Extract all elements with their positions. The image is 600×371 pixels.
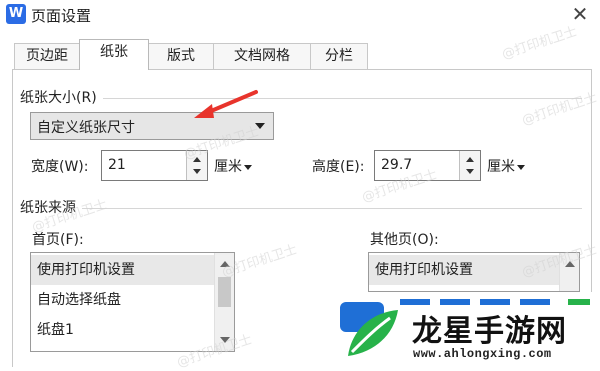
spin-down-icon[interactable] — [193, 169, 201, 174]
scroll-thumb[interactable] — [218, 277, 231, 307]
width-spinner[interactable] — [186, 151, 207, 180]
height-value: 29.7 — [381, 157, 413, 173]
paper-size-divider — [20, 98, 582, 99]
list-item[interactable]: 使用打印机设置 — [369, 255, 561, 285]
tab-document-grid[interactable]: 文档网格 — [213, 43, 311, 69]
height-unit-label: 厘米 — [487, 159, 515, 175]
spin-up-icon[interactable] — [193, 157, 201, 162]
leaf-logo-icon — [340, 302, 398, 356]
brand-url: www.ahlongxing.com — [413, 347, 552, 361]
first-page-label: 首页(F): — [32, 232, 84, 248]
other-pages-label: 其他页(O): — [370, 232, 439, 248]
paper-source-divider — [20, 208, 582, 209]
paper-size-group-label: 纸张大小(R) — [20, 87, 103, 107]
wps-writer-icon: W — [6, 4, 26, 24]
dialog-title: 页面设置 — [31, 7, 92, 25]
paper-size-selected-value: 自定义纸张尺寸 — [37, 120, 135, 136]
other-pages-listbox[interactable]: 使用打印机设置 — [368, 252, 580, 292]
scroll-up-icon[interactable] — [220, 261, 230, 267]
tab-paper[interactable]: 纸张 — [79, 39, 149, 70]
spin-down-icon[interactable] — [466, 169, 474, 174]
list-item[interactable]: 使用打印机设置 — [31, 255, 217, 285]
width-value: 21 — [108, 157, 126, 173]
chevron-down-icon — [244, 164, 252, 170]
tab-margins[interactable]: 页边距 — [14, 43, 80, 69]
scroll-down-icon[interactable] — [220, 337, 230, 343]
first-page-listbox[interactable]: 使用打印机设置 自动选择纸盘 纸盘1 — [30, 252, 235, 352]
width-label: 宽度(W): — [31, 159, 89, 175]
width-unit-label: 厘米 — [214, 159, 242, 175]
close-icon[interactable]: ✕ — [566, 2, 594, 28]
height-label: 高度(E): — [312, 159, 365, 175]
paper-source-group-label: 纸张来源 — [20, 197, 82, 217]
height-unit-dropdown[interactable]: 厘米 — [487, 156, 525, 176]
list-item[interactable]: 自动选择纸盘 — [31, 285, 217, 315]
brand-stripes — [400, 299, 590, 305]
height-spinner[interactable] — [459, 151, 480, 180]
tab-columns[interactable]: 分栏 — [310, 43, 368, 69]
list-item[interactable]: 纸盘1 — [31, 315, 217, 345]
width-input[interactable]: 21 — [101, 150, 208, 181]
chevron-down-icon — [517, 164, 525, 170]
width-unit-dropdown[interactable]: 厘米 — [214, 156, 252, 176]
vertical-scrollbar[interactable] — [559, 253, 579, 291]
scroll-up-icon[interactable] — [565, 261, 575, 267]
brand-name: 龙星手游网 — [412, 314, 567, 349]
title-bar: W 页面设置 ✕ — [0, 0, 600, 30]
height-input[interactable]: 29.7 — [374, 150, 481, 181]
tab-layout[interactable]: 版式 — [148, 43, 214, 69]
red-arrow-annotation-icon — [194, 90, 258, 118]
vertical-scrollbar[interactable] — [214, 253, 234, 351]
spin-up-icon[interactable] — [466, 157, 474, 162]
